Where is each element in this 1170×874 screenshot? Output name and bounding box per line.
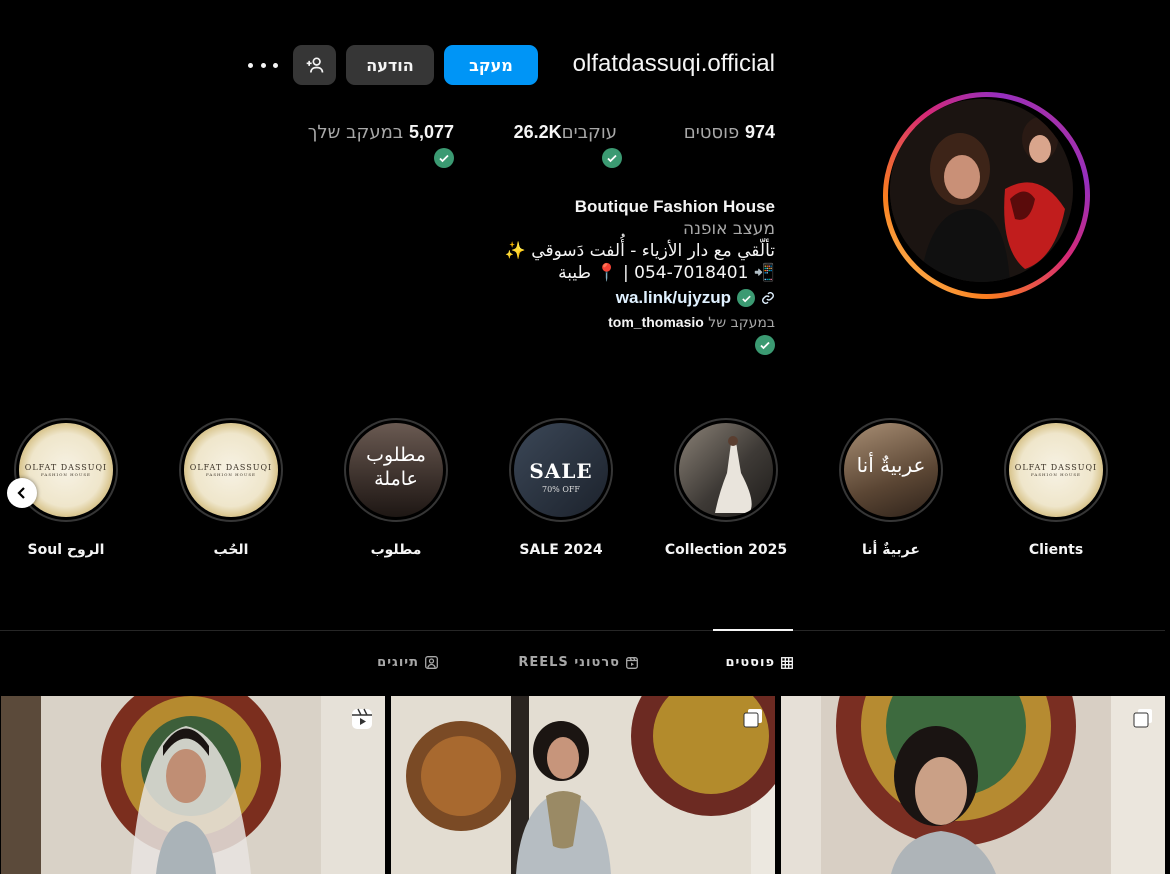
tab-label: פוסטים [725,655,775,670]
sale-subtext: 70% OFF [542,485,580,494]
post-tile[interactable] [1,696,385,874]
highlight-collection-2025[interactable]: Collection 2025 [665,418,787,558]
profile-link[interactable]: wa.link/ujyzup [616,288,775,308]
highlight-cover: مطلوب عاملة [349,423,443,517]
highlight-label: Collection 2025 [664,542,788,558]
profile-category: מעצב אופנה [682,219,775,239]
logo-sub: FASHION HOUSE [206,472,256,477]
logo-sub: FASHION HOUSE [41,472,91,477]
highlight-cover: عربيةٌ أنا [844,423,938,517]
highlight-ring: عربيةٌ أنا [839,418,943,522]
profile-avatar-story-ring[interactable] [883,92,1090,299]
highlight-ring [674,418,778,522]
highlight-label: Clients [1028,542,1084,558]
highlight-overlay-text: مطلوب عاملة [366,444,426,490]
following-stat[interactable]: 5,077 במעקב שלך [308,122,454,143]
reels-icon [626,656,638,669]
tab-posts[interactable]: פוסטים [725,655,793,670]
link-icon [762,292,774,304]
bio-line-2: 📲 054-7018401 | 📍 طيبة [558,263,775,283]
posts-stat: 974 פוסטים [684,122,775,143]
post-tile[interactable] [781,696,1165,874]
highlights-scroll-left-button[interactable] [7,478,37,508]
followed-by-prefix: במעקב של [708,315,775,331]
dot [260,62,266,68]
profile-avatar [890,99,1073,282]
carousel-icon [743,708,763,733]
tab-tagged[interactable]: תיוגים [377,655,438,670]
posts-label: פוסטים [683,122,740,143]
followers-label: עוקבים [561,122,617,143]
highlight-alhub[interactable]: OLFAT DASSUQI FASHION HOUSE الحُب [176,418,286,558]
reel-icon [351,708,373,735]
tab-reels[interactable]: סרטוני REELS [518,655,638,670]
post-image [781,696,1165,874]
highlight-label: عربيةٌ أنا [862,542,920,558]
link-text: wa.link/ujyzup [615,288,731,307]
posts-count: 974 [744,122,775,142]
tab-label: סרטוני REELS [518,655,620,670]
dot [248,62,253,68]
more-options-button[interactable] [248,57,278,73]
highlight-cover [679,423,773,517]
highlight-cover: OLFAT DASSUQI FASHION HOUSE [184,423,278,517]
verified-check-icon [602,148,622,168]
followers-stat[interactable]: עוקבים26.2K [514,122,617,143]
highlight-ring: OLFAT DASSUQI FASHION HOUSE [14,418,118,522]
post-image [391,696,775,874]
tabs-divider [0,630,1165,631]
highlight-label: 2024 SALE [519,542,603,558]
tab-label: תיוגים [377,655,419,670]
follow-button[interactable]: מעקב [444,45,538,85]
verified-check-icon [737,289,755,307]
highlight-ring: SALE 70% OFF [509,418,613,522]
post-image [1,696,385,874]
following-label: במעקב שלך [307,122,404,143]
post-tile[interactable] [391,696,775,874]
chevron-left-icon [17,487,25,499]
verified-check-icon [755,335,775,355]
highlight-clients[interactable]: OLFAT DASSUQI FASHION HOUSE Clients [1001,418,1111,558]
highlight-overlay-text: عربيةٌ أنا [856,453,926,477]
tagged-icon [425,656,438,669]
profile-full-name: Boutique Fashion House [574,197,775,216]
verified-check-icon [434,148,454,168]
highlight-ring: OLFAT DASSUQI FASHION HOUSE [179,418,283,522]
dot [273,62,278,68]
add-user-icon [306,57,323,73]
highlight-cover: SALE 70% OFF [514,423,608,517]
carousel-icon [1133,708,1153,733]
followed-by[interactable]: במעקב של tom_thomasio [608,314,775,331]
logo-text: OLFAT DASSUQI [1014,463,1098,472]
highlight-arabiya[interactable]: عربيةٌ أنا عربيةٌ أنا [836,418,946,558]
highlight-label: مطلوب [370,542,422,558]
message-button[interactable]: הודעה [346,45,434,85]
grid-icon [781,656,793,669]
highlight-cover: OLFAT DASSUQI FASHION HOUSE [1009,423,1103,517]
logo-sub: FASHION HOUSE [1031,472,1081,477]
highlight-matloub[interactable]: مطلوب عاملة مطلوب [341,418,451,558]
following-count: 5,077 [408,122,454,142]
followed-by-user: tom_thomasio [608,314,704,330]
highlight-ring: مطلوب عاملة [344,418,448,522]
profile-username: olfatdassuqi.official [572,50,775,77]
active-tab-indicator [713,629,793,631]
followers-count: 26.2K [513,122,562,142]
sale-text: SALE [529,459,593,483]
logo-text: OLFAT DASSUQI [189,463,273,472]
highlight-sale-2024[interactable]: SALE 70% OFF 2024 SALE [506,418,616,558]
highlight-label: الحُب [213,542,249,558]
highlight-label: الروح Soul [27,542,105,558]
logo-text: OLFAT DASSUQI [24,463,108,472]
suggested-users-button[interactable] [293,45,336,85]
highlight-ring: OLFAT DASSUQI FASHION HOUSE [1004,418,1108,522]
bio-line-1: تألّقي مع دار الأزياء - أُلفت دَسوقي ✨ [504,241,775,261]
